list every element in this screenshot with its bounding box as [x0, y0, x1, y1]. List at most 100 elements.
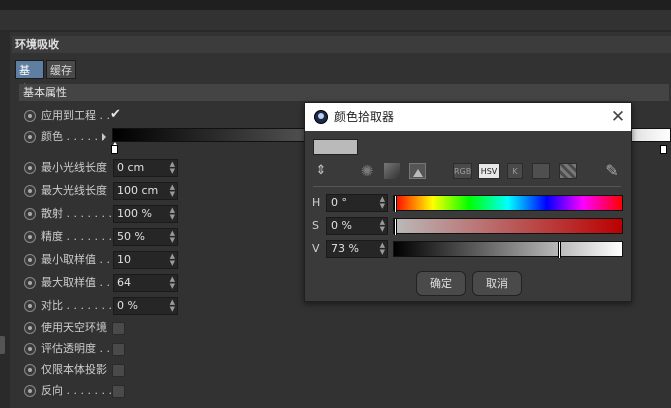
mode-rgb-button[interactable]: RGB	[453, 163, 472, 179]
evaluate-transparency-checkbox[interactable]	[112, 343, 125, 356]
row-max-ray-length: 最大光线长度 100 cm ▲ ▼	[22, 181, 322, 201]
use-sky-label: 使用天空环境	[41, 321, 107, 334]
field-value: 100 %	[117, 207, 152, 220]
value-slider[interactable]	[393, 241, 623, 258]
tab-cache[interactable]: 缓存	[46, 60, 76, 79]
tab-basic[interactable]: 基本	[15, 60, 44, 96]
evaluate-transparency-label: 评估透明度 . .	[41, 342, 110, 355]
row-accuracy: 精度 . . . . . . . 50 % ▲ ▼	[22, 227, 322, 247]
accuracy-label: 精度 . . . . . . .	[41, 230, 112, 243]
min-ray-length-input[interactable]: 0 cm ▲ ▼	[113, 159, 178, 177]
section-title: 基本属性	[19, 84, 669, 101]
animate-radio[interactable]	[24, 131, 36, 143]
row-self-shadowing: 仅限本体投影	[22, 360, 322, 380]
spin-arrows-icon[interactable]: ▲ ▼	[380, 196, 385, 210]
contrast-input[interactable]: 0 % ▲ ▼	[113, 297, 178, 315]
gradient-knob-left[interactable]	[111, 142, 118, 154]
saturation-slider[interactable]	[393, 218, 623, 235]
field-value: 0 °	[331, 196, 347, 209]
spin-arrows-icon[interactable]: ▲ ▼	[170, 161, 175, 175]
expand-arrow-icon[interactable]	[102, 133, 106, 141]
spin-arrows-icon[interactable]: ▲ ▼	[170, 230, 175, 244]
spin-arrows-icon[interactable]: ▲ ▼	[170, 253, 175, 267]
animate-radio[interactable]	[24, 277, 36, 289]
animate-radio[interactable]	[24, 231, 36, 243]
max-ray-length-label: 最大光线长度	[41, 184, 107, 197]
panel-title: 环境吸收	[12, 36, 671, 53]
slider-marker[interactable]	[394, 219, 397, 235]
ok-button[interactable]: 确定	[416, 271, 466, 296]
field-value: 0 cm	[117, 161, 145, 174]
hue-slider[interactable]	[393, 195, 623, 212]
field-value: 50 %	[117, 230, 145, 243]
max-ray-length-input[interactable]: 100 cm ▲ ▼	[113, 182, 178, 200]
min-ray-length-label: 最小光线长度	[41, 161, 107, 174]
hue-label: H	[312, 196, 321, 209]
min-samples-input[interactable]: 10 ▲ ▼	[113, 251, 178, 269]
self-shadowing-checkbox[interactable]	[112, 364, 125, 377]
contrast-label: 对比 . . . . . . .	[41, 299, 112, 312]
swatches-icon[interactable]	[559, 163, 577, 179]
dispersion-input[interactable]: 100 % ▲ ▼	[113, 205, 178, 223]
animate-radio[interactable]	[24, 185, 36, 197]
animate-radio[interactable]	[24, 300, 36, 312]
saturation-input[interactable]: 0 % ▲ ▼	[326, 217, 388, 235]
slider-marker[interactable]	[394, 196, 397, 212]
dispersion-label: 散射 . . . . . . .	[41, 207, 112, 220]
spin-arrows-icon[interactable]: ▲ ▼	[380, 219, 385, 233]
eyedropper-icon[interactable]: ✎	[601, 162, 623, 180]
left-edge-handle[interactable]	[0, 336, 5, 354]
color-label: 颜色 . . . . . .	[41, 130, 105, 143]
spin-arrows-icon[interactable]: ▲ ▼	[170, 276, 175, 290]
app-logo-icon	[314, 110, 328, 124]
animate-radio[interactable]	[24, 385, 36, 397]
animate-radio[interactable]	[24, 110, 36, 122]
spin-arrows-icon[interactable]: ▲ ▼	[170, 184, 175, 198]
dialog-titlebar[interactable]: 颜色拾取器 ✕	[305, 103, 631, 131]
field-value: 0 %	[331, 219, 352, 232]
image-picker-icon[interactable]	[409, 163, 426, 179]
divider	[313, 186, 621, 187]
animate-radio[interactable]	[24, 322, 36, 334]
apply-to-project-checkbox[interactable]: ✔	[110, 107, 121, 123]
row-dispersion: 散射 . . . . . . . 100 % ▲ ▼	[22, 204, 322, 224]
max-samples-input[interactable]: 64 ▲ ▼	[113, 274, 178, 292]
field-value: 100 cm	[117, 184, 159, 197]
saturation-row: S 0 % ▲ ▼	[305, 216, 631, 236]
field-value: 64	[117, 276, 131, 289]
mode-kelvin-button[interactable]: K	[507, 163, 523, 179]
animate-radio[interactable]	[24, 254, 36, 266]
max-samples-label: 最大取样值 . .	[41, 276, 110, 289]
accuracy-input[interactable]: 50 % ▲ ▼	[113, 228, 178, 246]
animate-radio[interactable]	[24, 364, 36, 376]
invert-checkbox[interactable]	[112, 385, 125, 398]
value-input[interactable]: 73 % ▲ ▼	[326, 240, 388, 258]
row-max-samples: 最大取样值 . . 64 ▲ ▼	[22, 273, 322, 293]
spectrum-icon[interactable]: ✺	[359, 162, 375, 180]
row-use-sky: 使用天空环境	[22, 318, 322, 338]
spin-arrows-icon[interactable]: ▲ ▼	[170, 207, 175, 221]
use-sky-checkbox[interactable]	[112, 322, 125, 335]
field-value: 10	[117, 253, 131, 266]
close-icon[interactable]: ✕	[608, 106, 628, 128]
animate-radio[interactable]	[24, 208, 36, 220]
spin-arrows-icon[interactable]: ▲ ▼	[170, 299, 175, 313]
hue-input[interactable]: 0 ° ▲ ▼	[326, 194, 388, 212]
value-row: V 73 % ▲ ▼	[305, 239, 631, 259]
cancel-button[interactable]: 取消	[472, 271, 522, 296]
top-bar	[0, 0, 671, 10]
spin-arrows-icon[interactable]: ▲ ▼	[380, 242, 385, 256]
animate-radio[interactable]	[24, 343, 36, 355]
header-divider	[0, 30, 671, 32]
mode-hsv-button[interactable]: HSV	[478, 163, 500, 179]
gradient-knob-right[interactable]	[660, 145, 667, 154]
gradient-square-icon[interactable]	[384, 163, 400, 179]
mixer-icon[interactable]	[532, 163, 550, 179]
row-evaluate-transparency: 评估透明度 . .	[22, 339, 322, 359]
saturation-label: S	[312, 219, 319, 232]
min-samples-label: 最小取样值 . .	[41, 253, 110, 266]
slider-marker[interactable]	[558, 242, 561, 258]
color-wheel-icon[interactable]: ⇕	[313, 162, 329, 180]
row-invert: 反向 . . . . . . .	[22, 381, 322, 401]
animate-radio[interactable]	[24, 162, 36, 174]
